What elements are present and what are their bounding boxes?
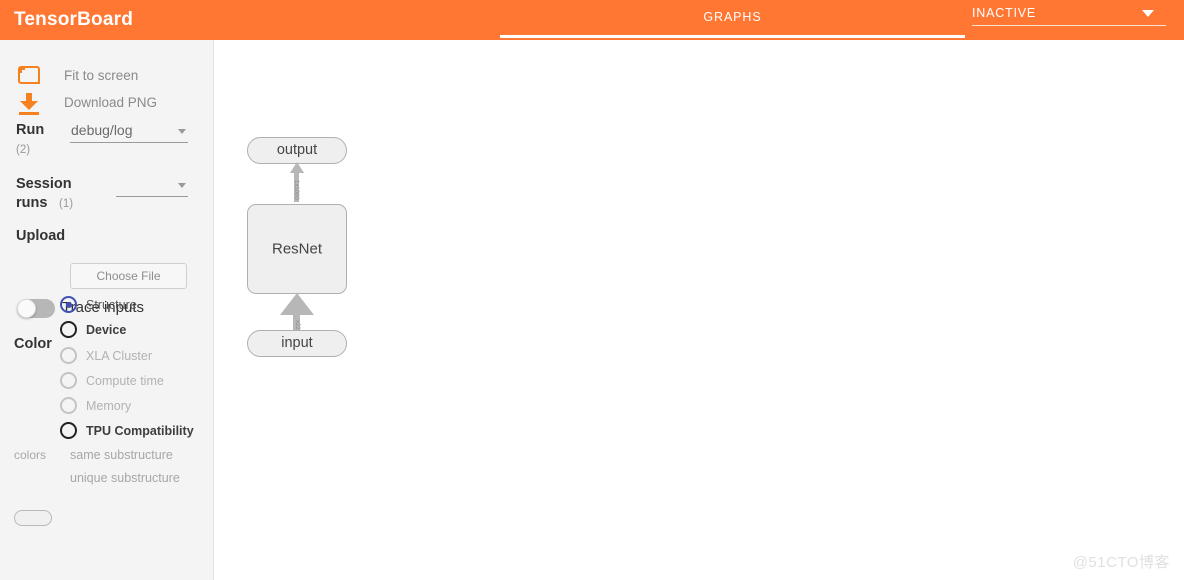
legend-key-label: colors	[14, 448, 47, 462]
run-count: (2)	[16, 144, 31, 156]
radio-icon	[60, 397, 77, 414]
chevron-down-icon	[178, 129, 186, 134]
run-select-underline	[70, 142, 188, 143]
run-label: Run	[16, 122, 45, 138]
fit-to-screen-icon	[16, 62, 44, 90]
radio-icon	[60, 296, 77, 313]
nav-tabs: GRAPHS	[500, 0, 965, 40]
session-runs-select[interactable]	[116, 174, 188, 198]
download-png-action[interactable]: Download PNG	[0, 89, 214, 117]
session-runs-select-underline	[116, 196, 188, 197]
color-option-label: Compute time	[86, 374, 164, 388]
chevron-down-icon	[178, 183, 186, 188]
color-option-label: XLA Cluster	[86, 349, 153, 363]
inactive-runs-value: INACTIVE	[972, 6, 1037, 20]
color-option-device[interactable]: Device	[0, 318, 214, 342]
color-option-label: Memory	[86, 399, 132, 413]
watermark: @51CTO博客	[1072, 554, 1170, 571]
chevron-down-icon	[1142, 10, 1154, 17]
color-option-compute-time[interactable]: Compute time	[0, 369, 214, 393]
radio-icon	[60, 321, 77, 338]
color-option-label: TPU Compatibility	[86, 424, 194, 438]
color-option-label: Structure	[86, 298, 137, 312]
radio-icon	[60, 347, 77, 364]
legend-same-substructure: same substructure	[70, 448, 173, 462]
color-option-tpu-compatibility[interactable]: TPU Compatibility	[0, 419, 214, 443]
graph-node-input[interactable]: input	[247, 330, 347, 357]
radio-icon	[60, 422, 77, 439]
graph-node-resnet-label: ResNet	[271, 240, 323, 258]
graph-edge-label-resnet-output: 1x1000	[293, 180, 299, 200]
inactive-runs-underline	[972, 25, 1166, 26]
tab-active-indicator	[500, 35, 965, 38]
session-runs-label-line2: runs	[16, 195, 48, 211]
download-png-label: Download PNG	[64, 95, 158, 110]
tab-graphs[interactable]: GRAPHS	[500, 0, 965, 40]
color-option-structure[interactable]: Structure	[0, 293, 214, 317]
graph-node-resnet[interactable]: ResNet	[247, 204, 347, 294]
sidebar: Fit to screen Download PNG Run (2) debug…	[0, 40, 214, 580]
color-option-label: Device	[86, 323, 127, 337]
graph-node-output[interactable]: output	[247, 137, 347, 164]
choose-file-button[interactable]: Choose File	[70, 263, 187, 289]
graph-canvas[interactable]: output 1x1000 ResNet x224 input @51CTO博客	[215, 40, 1184, 580]
app-title: TensorBoard	[14, 9, 134, 30]
download-icon	[16, 89, 44, 117]
session-runs-count: (1)	[59, 198, 74, 210]
upload-label: Upload	[16, 228, 66, 244]
fit-to-screen-action[interactable]: Fit to screen	[0, 62, 214, 90]
fit-to-screen-label: Fit to screen	[64, 68, 139, 83]
graph-edge-arrowhead	[289, 162, 304, 173]
graph-edge-arrowhead	[279, 293, 314, 315]
app-header: TensorBoard GRAPHS INACTIVE	[0, 0, 1184, 40]
color-option-memory[interactable]: Memory	[0, 394, 214, 418]
tensorboard-app: TensorBoard GRAPHS INACTIVE Fit to scree…	[0, 0, 1184, 580]
run-select[interactable]: debug/log	[70, 120, 188, 144]
radio-icon	[60, 372, 77, 389]
legend-swatch	[14, 510, 52, 526]
inactive-runs-dropdown[interactable]: INACTIVE	[968, 2, 1166, 32]
run-select-value: debug/log	[71, 122, 133, 138]
session-runs-label-line1: Session	[16, 176, 72, 192]
color-option-xla-cluster[interactable]: XLA Cluster	[0, 344, 214, 368]
legend-unique-substructure: unique substructure	[70, 471, 180, 485]
